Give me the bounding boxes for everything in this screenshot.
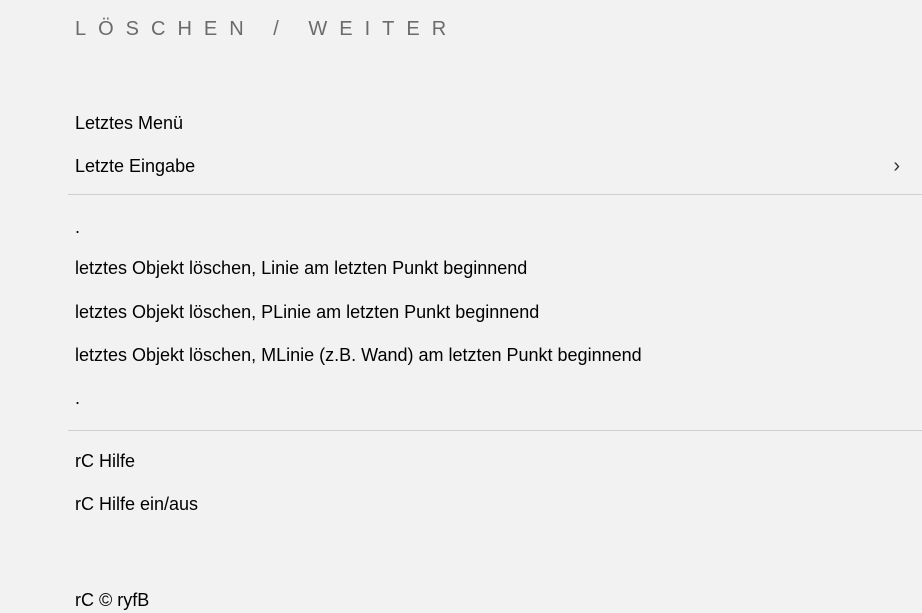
menu-item-label: . bbox=[75, 217, 81, 237]
menu-item-delete-linie[interactable]: letztes Objekt löschen, Linie am letzten… bbox=[75, 251, 922, 285]
menu-item-label: letztes Objekt löschen, MLinie (z.B. Wan… bbox=[75, 345, 642, 365]
chevron-right-icon: › bbox=[893, 155, 900, 177]
menu-item-label: Letzte Eingabe bbox=[75, 156, 196, 176]
menu-item-label: letztes Objekt löschen, Linie am letzten… bbox=[75, 258, 528, 278]
menu-separator bbox=[68, 430, 922, 431]
menu-item-label: rC Hilfe bbox=[75, 451, 136, 471]
menu-item-label: rC Hilfe ein/aus bbox=[75, 494, 199, 514]
menu-item-dot[interactable]: . bbox=[75, 381, 922, 415]
menu-item-delete-plinie[interactable]: letztes Objekt löschen, PLinie am letzte… bbox=[75, 295, 922, 329]
menu-item-rc-copyright[interactable]: rC © ryfB bbox=[75, 583, 922, 613]
menu-title: LÖSCHEN / WEITER bbox=[75, 18, 459, 40]
menu-item-label: Letztes Menü bbox=[75, 113, 184, 133]
menu-item-rc-hilfe-toggle[interactable]: rC Hilfe ein/aus bbox=[75, 487, 922, 521]
menu-item-label: . bbox=[75, 388, 81, 408]
menu-item-letztes-menue[interactable]: Letztes Menü bbox=[75, 106, 922, 140]
menu-item-delete-mlinie[interactable]: letztes Objekt löschen, MLinie (z.B. Wan… bbox=[75, 338, 922, 372]
menu-item-letzte-eingabe[interactable]: Letzte Eingabe › bbox=[75, 149, 922, 183]
context-menu: LÖSCHEN / WEITER Letztes Menü Letzte Ein… bbox=[0, 0, 922, 613]
menu-item-rc-hilfe[interactable]: rC Hilfe bbox=[75, 444, 922, 478]
menu-item-label: letztes Objekt löschen, PLinie am letzte… bbox=[75, 302, 540, 322]
menu-item-dot[interactable]: . bbox=[75, 210, 922, 244]
menu-separator bbox=[68, 194, 922, 195]
menu-item-label: rC © ryfB bbox=[75, 590, 150, 610]
